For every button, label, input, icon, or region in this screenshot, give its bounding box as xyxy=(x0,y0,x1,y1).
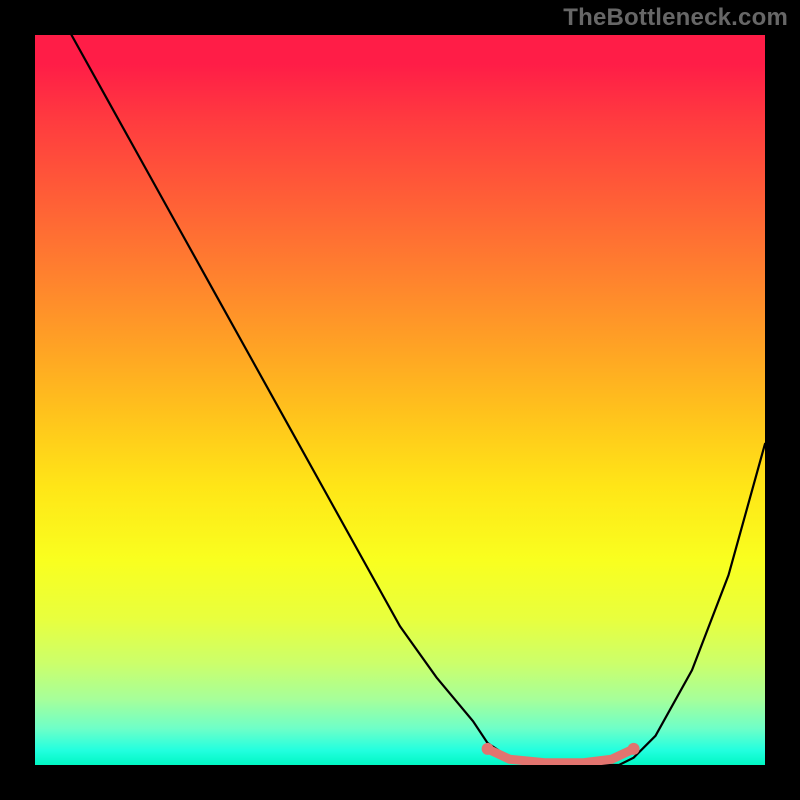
flat-marker-dot-right xyxy=(628,743,640,755)
flat-marker-line xyxy=(488,749,634,763)
chart-frame: TheBottleneck.com xyxy=(0,0,800,800)
bottleneck-curve xyxy=(72,35,766,765)
watermark-text: TheBottleneck.com xyxy=(563,4,788,32)
curve-svg xyxy=(35,35,765,765)
flat-marker-dot-left xyxy=(482,743,494,755)
plot-area xyxy=(35,35,765,765)
